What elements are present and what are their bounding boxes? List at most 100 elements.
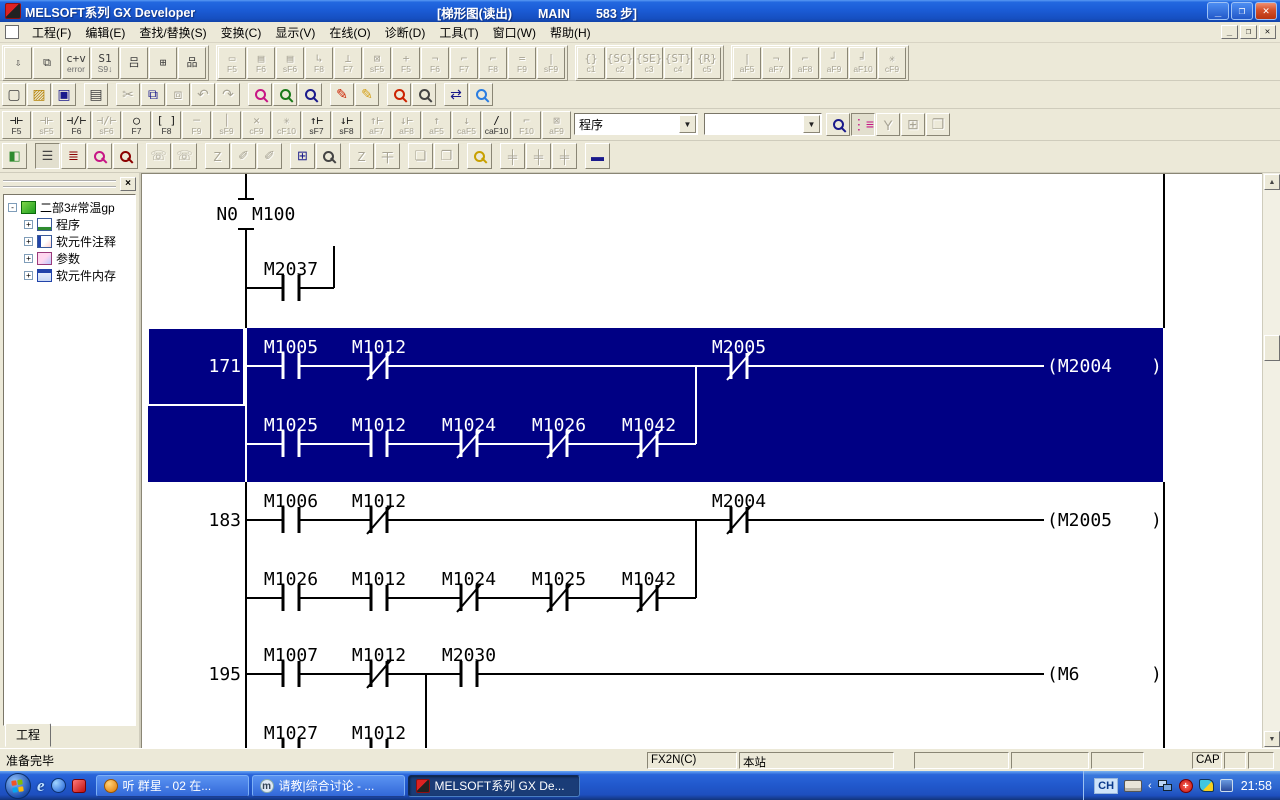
print-button[interactable]: ▤: [84, 83, 108, 106]
scrollbar-thumb[interactable]: [1264, 335, 1280, 361]
tree-item-program[interactable]: +程序: [8, 216, 135, 233]
tree-item-parameter[interactable]: +参数: [8, 250, 135, 267]
sampling-trace-button[interactable]: Z: [205, 143, 230, 169]
menu-查找/替换[interactable]: 查找/替换(S): [132, 21, 213, 44]
closed-contact-button[interactable]: ⊣/⊢F6: [62, 111, 91, 139]
remote-stop-button[interactable]: ☏: [172, 143, 197, 169]
entry-monitor-button[interactable]: [467, 143, 492, 169]
chevron-down-icon[interactable]: ▼: [679, 115, 696, 133]
program-type-combobox[interactable]: 程序▼: [574, 113, 698, 135]
menu-编辑[interactable]: 编辑(E): [78, 21, 132, 44]
sfc-step-button[interactable]: ▭F5: [218, 47, 246, 79]
mdi-minimize-button[interactable]: _: [1221, 25, 1238, 39]
delete-line-button[interactable]: ⊠aF9: [542, 111, 571, 139]
project-tree-view-button[interactable]: ☰: [35, 143, 60, 169]
tree-root-item[interactable]: -二部3#常温gp: [8, 199, 135, 216]
find-replace-window-button[interactable]: [113, 143, 138, 169]
menu-变换[interactable]: 变换(C): [214, 21, 269, 44]
menu-诊断[interactable]: 诊断(D): [378, 21, 433, 44]
taskbar-button-music[interactable]: 听 群星 - 02 在...: [96, 775, 249, 797]
horizontal-line-button[interactable]: ─F9: [182, 111, 211, 139]
internet-explorer-icon[interactable]: e: [37, 776, 45, 796]
invert-op-fall-button[interactable]: ↓caF5: [452, 111, 481, 139]
msn-messenger-icon[interactable]: [51, 778, 66, 793]
upload-windows-button[interactable]: ⧉: [33, 47, 61, 79]
ladder-diagram[interactable]: N0M100M2037171M1005M1012M2005(M2004)M102…: [142, 174, 1262, 748]
project-data-list-toggle-button[interactable]: ⋮≡: [851, 113, 875, 136]
device-test-b-button[interactable]: ╪: [526, 143, 551, 169]
coil-button[interactable]: ◯F7: [122, 111, 151, 139]
comment-display-button[interactable]: ≣: [61, 143, 86, 169]
tree-item-device-memory[interactable]: +软元件内存: [8, 267, 135, 284]
sfc-end-step-button[interactable]: ⊥F7: [334, 47, 362, 79]
expand-expander-icon[interactable]: +: [24, 237, 33, 246]
line-join-b-button[interactable]: ╛aF10: [849, 47, 877, 79]
device-blocks-button[interactable]: 吕: [120, 47, 148, 79]
sfc-jump-button[interactable]: ↳F8: [305, 47, 333, 79]
new-button[interactable]: ▢: [2, 83, 26, 106]
rising-pulse-or-button[interactable]: ↑⊢aF7: [362, 111, 391, 139]
restore-button[interactable]: ❐: [1231, 2, 1253, 20]
monitor-zoom-dark-button[interactable]: [412, 83, 436, 106]
paste-button[interactable]: ⧈: [166, 83, 190, 106]
device-test-a-button[interactable]: ╪: [500, 143, 525, 169]
statement-edit-button[interactable]: ✎: [355, 83, 379, 106]
expand-expander-icon[interactable]: +: [24, 254, 33, 263]
remote-operation-button[interactable]: ☏: [146, 143, 171, 169]
language-indicator[interactable]: CH: [1094, 778, 1118, 794]
macro-window-button[interactable]: ❐: [926, 113, 950, 136]
comment-sc-button[interactable]: {SC}c2: [606, 47, 634, 79]
close-button[interactable]: ✕: [1255, 2, 1277, 20]
mdi-document-icon[interactable]: [5, 25, 19, 39]
comment-c1-button[interactable]: {}c1: [577, 47, 605, 79]
messenger-bird-icon[interactable]: [1199, 779, 1214, 792]
collapse-expander-icon[interactable]: -: [8, 203, 17, 212]
delete-vline-button[interactable]: ✳cF10: [272, 111, 301, 139]
monitor-zoom-red-button[interactable]: [387, 83, 411, 106]
ladder-editor[interactable]: N0M100M2037171M1005M1012M2005(M2004)M102…: [141, 173, 1262, 748]
taskbar-button-melsoft[interactable]: MELSOFT系列 GX De...: [408, 775, 580, 797]
sfc-sel-branch-button[interactable]: ¬F6: [421, 47, 449, 79]
scroll-up-icon[interactable]: ▲: [1264, 174, 1280, 190]
menu-窗口[interactable]: 窗口(W): [486, 21, 543, 44]
network-icon[interactable]: [1158, 780, 1173, 792]
find-window-button[interactable]: [87, 143, 112, 169]
tab-project[interactable]: 工程: [5, 723, 51, 747]
line-branch-a-button[interactable]: ¬aF7: [762, 47, 790, 79]
media-player-icon[interactable]: [72, 779, 86, 793]
device-find-dialog-button[interactable]: [826, 113, 850, 136]
open-button[interactable]: ▨: [27, 83, 51, 106]
program-transfer-button[interactable]: ⇄: [444, 83, 468, 106]
draw-line-button[interactable]: ⌐F10: [512, 111, 541, 139]
collapse-chevron-icon[interactable]: ‹: [1148, 780, 1152, 792]
error-check-button[interactable]: c+verror: [62, 47, 90, 79]
panel-close-icon[interactable]: ×: [120, 177, 136, 191]
device-batch-monitor-button[interactable]: ⊞: [290, 143, 315, 169]
sfc-vline-button[interactable]: |sF9: [537, 47, 565, 79]
find-contact-coil-button[interactable]: [298, 83, 322, 106]
expand-expander-icon[interactable]: +: [24, 271, 33, 280]
sfc-transition-button[interactable]: +F5: [392, 47, 420, 79]
device-comment-edit-button[interactable]: ✎: [330, 83, 354, 106]
taskbar-button-forum[interactable]: m请教|综合讨论 - ...: [252, 775, 405, 797]
sfc-init-step-button[interactable]: ▤F6: [247, 47, 275, 79]
line-vertical-button[interactable]: |aF5: [733, 47, 761, 79]
menu-显示[interactable]: 显示(V): [268, 21, 322, 44]
step-run-button[interactable]: S1S9↓: [91, 47, 119, 79]
keyboard-icon[interactable]: [1124, 780, 1142, 792]
line-branch-b-button[interactable]: ⌐aF8: [791, 47, 819, 79]
window-cascade-button[interactable]: ❏: [408, 143, 433, 169]
vertical-scrollbar[interactable]: ▲ ▼: [1262, 173, 1280, 748]
tray-app-icon[interactable]: [1220, 779, 1233, 792]
sfc-par-branch-button[interactable]: ⌐F7: [450, 47, 478, 79]
menu-帮助[interactable]: 帮助(H): [543, 21, 598, 44]
comment-st-button[interactable]: {ST}c4: [664, 47, 692, 79]
comment-r-button[interactable]: {R}c5: [693, 47, 721, 79]
menu-工具[interactable]: 工具(T): [432, 21, 485, 44]
sfc-sel-join-button[interactable]: ⌐F8: [479, 47, 507, 79]
invert-result-button[interactable]: ∕caF10: [482, 111, 511, 139]
panel-drag-handle[interactable]: [3, 180, 116, 188]
find-instruction-button[interactable]: [273, 83, 297, 106]
save-button[interactable]: ▣: [52, 83, 76, 106]
menu-在线[interactable]: 在线(O): [322, 21, 377, 44]
